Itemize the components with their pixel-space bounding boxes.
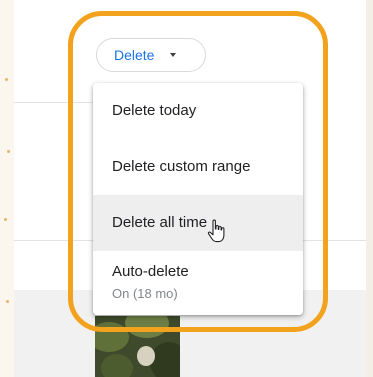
- foliage-shape: [125, 316, 169, 338]
- delete-dropdown-button[interactable]: Delete: [96, 38, 206, 72]
- menu-item-label: Delete today: [112, 102, 197, 119]
- menu-item-label: Auto-delete: [112, 263, 189, 280]
- divider: [14, 102, 94, 103]
- foliage-shape: [150, 342, 180, 377]
- menu-item-sublabel: On (18 mo): [112, 286, 178, 301]
- menu-item-auto-delete[interactable]: Auto-delete On (18 mo): [93, 251, 303, 315]
- decorative-dot: [7, 150, 10, 153]
- decorative-dot: [5, 78, 8, 81]
- right-background-strip: [366, 0, 373, 377]
- left-background-strip: [0, 0, 14, 377]
- foliage-shape: [101, 354, 133, 377]
- foliage-shape: [95, 322, 129, 352]
- menu-item-label: Delete all time: [112, 214, 208, 231]
- menu-item-delete-custom-range[interactable]: Delete custom range: [93, 140, 303, 195]
- arrow-drop-down-icon: [170, 53, 177, 57]
- menu-item-delete-all-time[interactable]: Delete all time: [93, 195, 303, 251]
- delete-button-label: Delete: [114, 47, 155, 63]
- decorative-dot: [6, 300, 9, 303]
- menu-item-delete-today[interactable]: Delete today: [93, 83, 303, 140]
- activity-thumbnail-image[interactable]: [95, 316, 180, 377]
- divider: [302, 240, 366, 241]
- delete-menu: Delete today Delete custom range Delete …: [93, 83, 303, 315]
- menu-item-label: Delete custom range: [112, 158, 251, 175]
- flower-bud: [137, 346, 155, 366]
- divider: [14, 240, 94, 241]
- decorative-dot: [4, 218, 7, 221]
